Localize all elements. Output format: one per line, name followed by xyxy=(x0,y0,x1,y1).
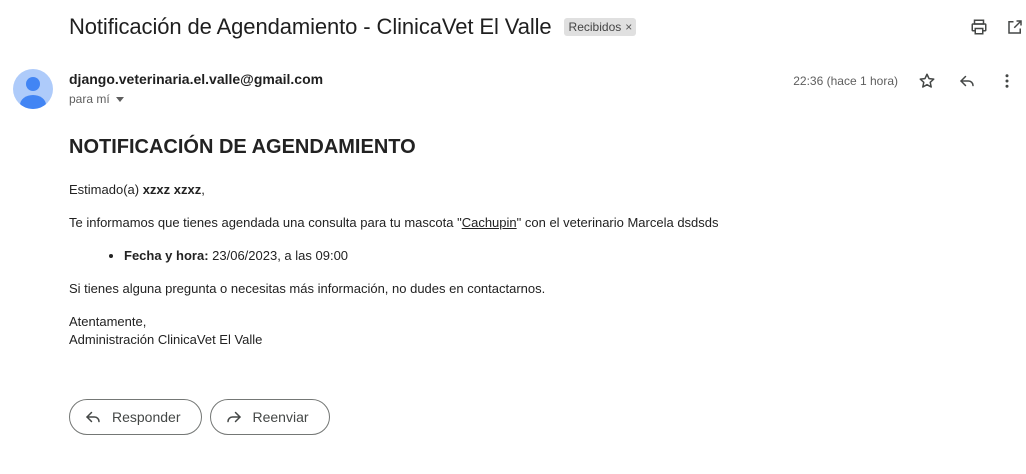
email-heading: NOTIFICACIÓN DE AGENDAMIENTO xyxy=(69,136,416,158)
email-subject: Notificación de Agendamiento - ClinicaVe… xyxy=(69,14,552,39)
recipient-text: para mí xyxy=(69,92,110,106)
appointment-details: Fecha y hora: 23/06/2023, a las 09:00 xyxy=(124,247,969,265)
greeting: Estimado(a) xzxz xzxz, xyxy=(69,182,205,197)
date-value: 23/06/2023, a las 09:00 xyxy=(208,248,349,263)
star-icon[interactable] xyxy=(916,70,938,92)
reply-label: Responder xyxy=(112,409,181,425)
subject-row: Notificación de Agendamiento - ClinicaVe… xyxy=(69,14,637,40)
question-paragraph: Si tienes alguna pregunta o necesitas má… xyxy=(69,281,546,296)
message-meta: 22:36 (hace 1 hora) xyxy=(793,70,1018,92)
date-time-item: Fecha y hora: 23/06/2023, a las 09:00 xyxy=(124,247,969,265)
more-vert-icon[interactable] xyxy=(996,70,1018,92)
open-in-new-window-icon[interactable] xyxy=(1004,16,1026,38)
email-body: NOTIFICACIÓN DE AGENDAMIENTO Estimado(a)… xyxy=(69,135,969,364)
reply-icon[interactable] xyxy=(956,70,978,92)
chevron-down-icon xyxy=(115,97,124,102)
date-label: Fecha y hora: xyxy=(124,248,209,263)
print-icon[interactable] xyxy=(968,16,990,38)
reply-icon xyxy=(86,411,100,423)
forward-button[interactable]: Reenviar xyxy=(209,399,330,435)
sender-avatar[interactable] xyxy=(13,69,53,109)
remove-label-icon[interactable]: × xyxy=(625,20,632,34)
message-time: 22:36 (hace 1 hora) xyxy=(793,74,898,88)
closing: Atentamente, Administración ClinicaVet El… xyxy=(69,314,263,347)
label-text: Recibidos xyxy=(568,20,622,34)
default-avatar-icon xyxy=(20,77,46,109)
intro-paragraph: Te informamos que tienes agendada una co… xyxy=(69,215,719,230)
reply-button[interactable]: Responder xyxy=(69,399,202,435)
pet-name-link[interactable]: Cachupin xyxy=(462,215,517,230)
forward-icon xyxy=(226,411,241,423)
action-row: Responder Reenviar xyxy=(69,399,330,435)
recipient-details-toggle[interactable]: para mí xyxy=(69,92,124,106)
top-toolbar xyxy=(968,16,1026,38)
forward-label: Reenviar xyxy=(252,409,309,425)
recipient-name: xzxz xzxz xyxy=(142,182,202,197)
signature: Administración ClinicaVet El Valle xyxy=(69,332,263,347)
sender-email[interactable]: django.veterinaria.el.valle@gmail.com xyxy=(69,71,323,87)
inbox-label-chip[interactable]: Recibidos × xyxy=(563,18,637,36)
